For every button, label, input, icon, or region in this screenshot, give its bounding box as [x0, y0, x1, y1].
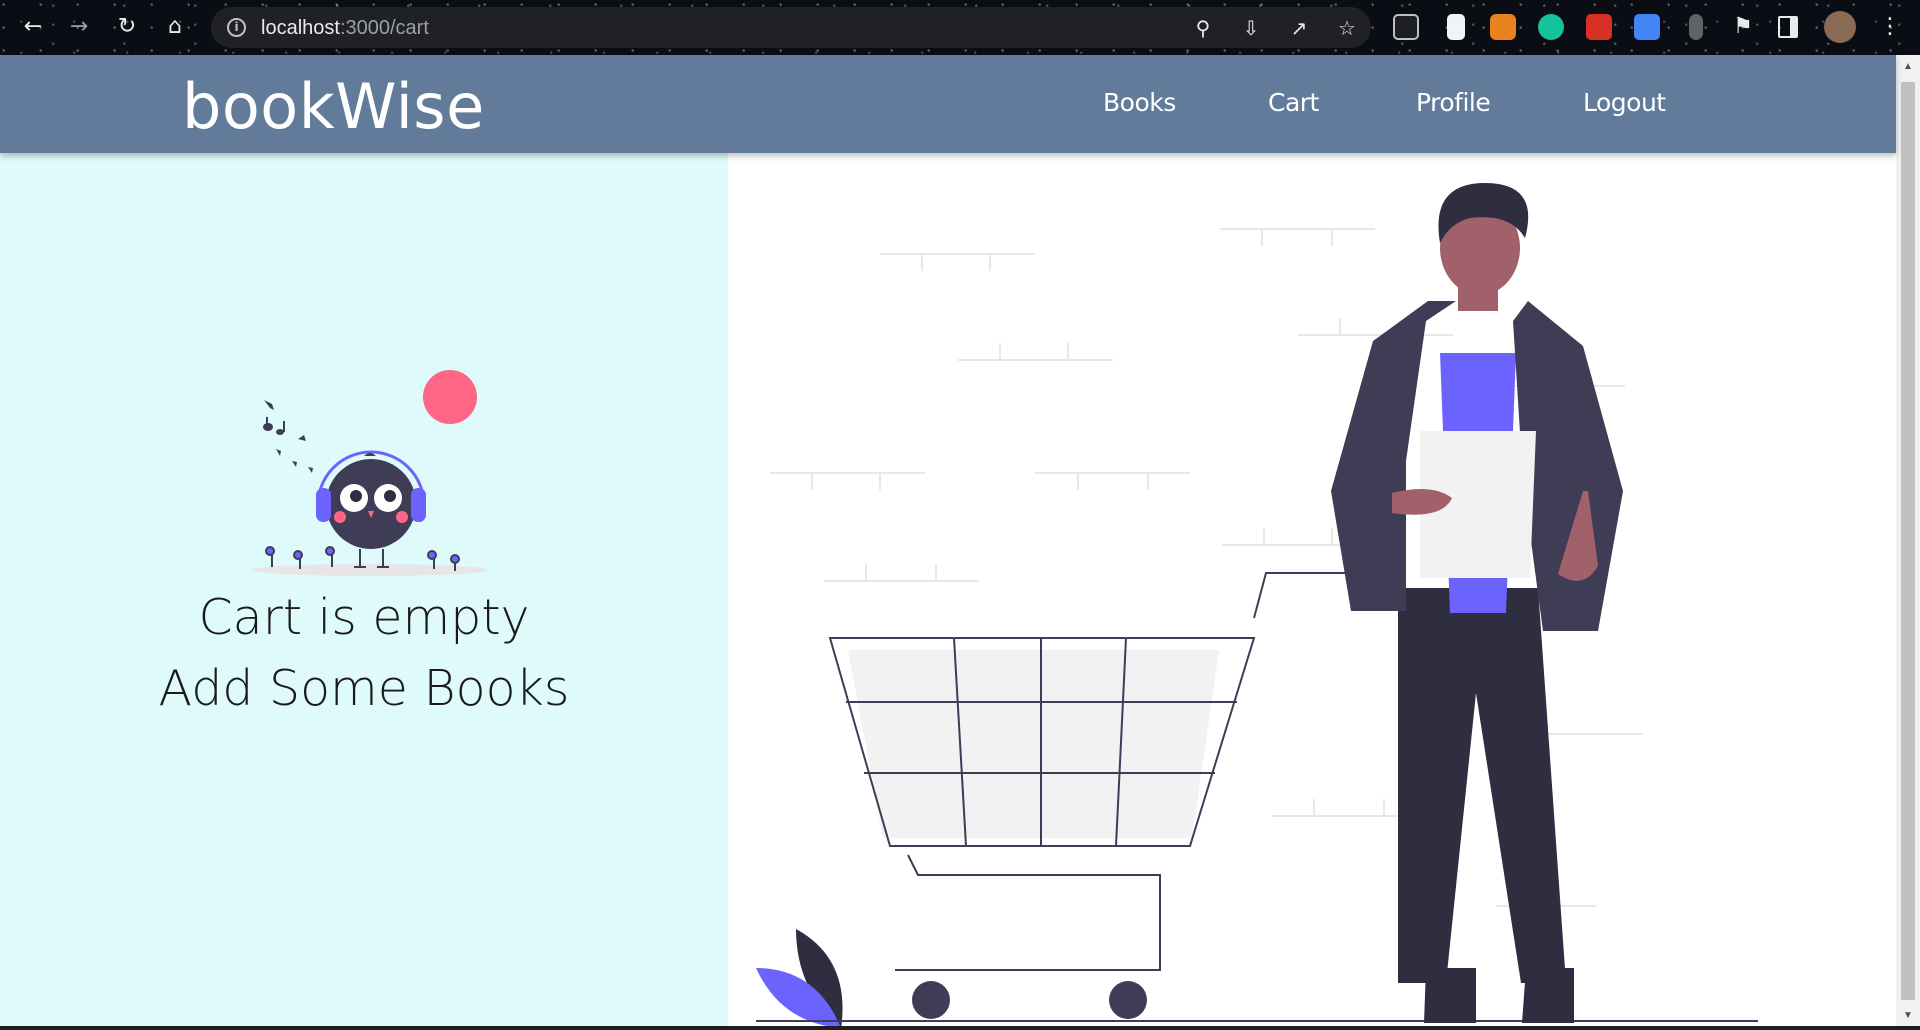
empty-cart-subheading: Add Some Books: [158, 660, 570, 717]
reload-icon[interactable]: ↻: [112, 12, 142, 42]
home-icon[interactable]: ⌂: [160, 12, 190, 42]
page-scrollbar[interactable]: ▲ ▼: [1896, 55, 1920, 1030]
nav-books[interactable]: Books: [1103, 88, 1176, 117]
install-icon[interactable]: ⇩: [1239, 16, 1263, 40]
taskbar-edge: [0, 1026, 1920, 1030]
scroll-up-icon[interactable]: ▲: [1902, 61, 1914, 73]
url-text[interactable]: localhost:3000/cart: [261, 17, 429, 40]
app-header: bookWise Books Cart Profile Logout: [0, 55, 1896, 153]
leaf-plant-icon: [756, 929, 843, 1029]
menu-icon[interactable]: ⋮: [1875, 12, 1905, 42]
nav-cart[interactable]: Cart: [1268, 88, 1319, 117]
mic-icon[interactable]: [1689, 14, 1703, 40]
scroll-down-icon[interactable]: ▼: [1902, 1010, 1914, 1022]
nav-profile[interactable]: Profile: [1416, 88, 1491, 117]
extension-red-icon[interactable]: [1586, 14, 1612, 40]
share-icon[interactable]: ↗: [1287, 16, 1311, 40]
info-icon[interactable]: i: [227, 18, 246, 37]
music-notes-icon: [263, 400, 313, 473]
browser-toolbar: ← → ↻ ⌂ i localhost:3000/cart ⚲ ⇩ ↗ ☆ ⚑ …: [0, 0, 1920, 55]
sun-circle: [423, 370, 477, 424]
shopping-illustration-panel: [728, 153, 1896, 1030]
puzzle-icon[interactable]: ⚑: [1728, 12, 1758, 42]
key-icon[interactable]: ⚲: [1191, 16, 1215, 40]
shopping-cart-icon: [828, 561, 1373, 1019]
reader-icon[interactable]: [1393, 14, 1419, 40]
shopping-cart-man-illustration: [756, 183, 1758, 1029]
empty-cart-panel: Cart is empty Add Some Books: [0, 153, 728, 1030]
empty-cart-heading: Cart is empty: [198, 589, 530, 646]
brand-logo[interactable]: bookWise: [182, 70, 485, 143]
grammarly-icon[interactable]: [1538, 14, 1564, 40]
translate-icon[interactable]: [1634, 14, 1660, 40]
arrow-left-icon[interactable]: ←: [18, 12, 48, 42]
doc-icon[interactable]: [1447, 14, 1465, 40]
man-figure: [1331, 183, 1623, 1023]
address-bar[interactable]: i localhost:3000/cart ⚲ ⇩ ↗ ☆: [211, 7, 1371, 48]
sidepanel-icon[interactable]: [1778, 16, 1798, 38]
metamask-icon[interactable]: [1490, 14, 1516, 40]
profile-avatar[interactable]: [1824, 11, 1856, 43]
arrow-right-icon[interactable]: →: [64, 12, 94, 42]
nav-logout[interactable]: Logout: [1583, 88, 1666, 117]
scroll-thumb[interactable]: [1901, 82, 1915, 1000]
star-icon[interactable]: ☆: [1335, 16, 1359, 40]
